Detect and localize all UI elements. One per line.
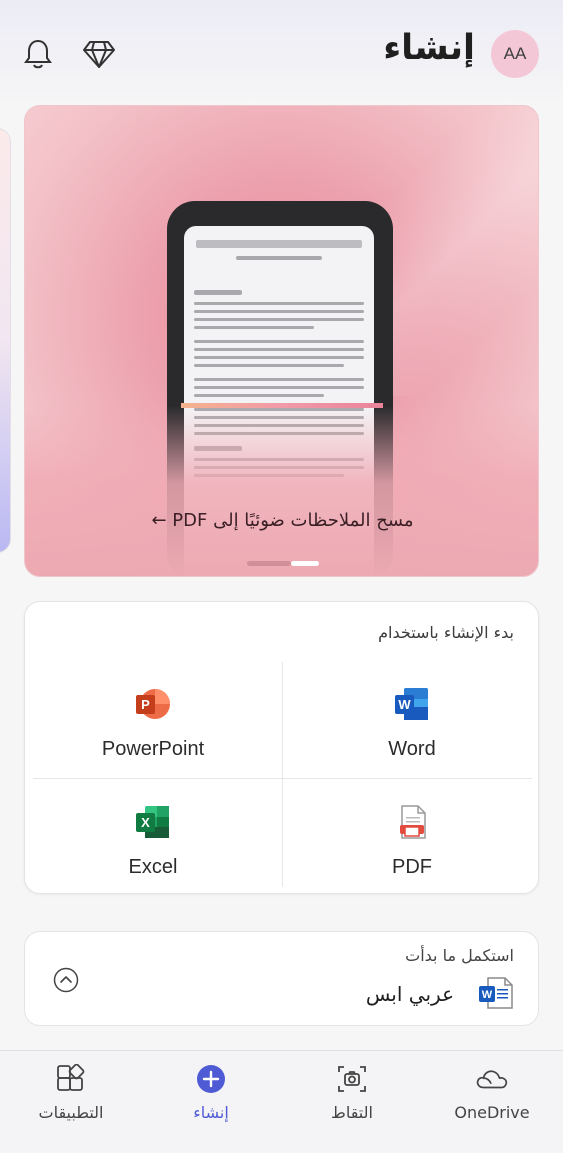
word-icon: W	[395, 688, 428, 720]
camera-icon	[335, 1062, 369, 1096]
nav-item-onedrive[interactable]: OneDrive	[432, 1059, 552, 1122]
bell-icon[interactable]	[20, 36, 56, 72]
page-indicator-dot-active[interactable]	[291, 561, 319, 566]
powerpoint-icon: P	[136, 689, 170, 719]
bottom-navigation: OneDrive التقاط إنشاء التطبيقات	[0, 1050, 563, 1153]
svg-text:P: P	[141, 697, 150, 712]
excel-icon: X	[136, 806, 169, 838]
page-title: إنشاء	[383, 28, 475, 68]
nav-label: OneDrive	[454, 1103, 530, 1122]
nav-label: إنشاء	[193, 1103, 229, 1122]
nav-item-capture[interactable]: التقاط	[292, 1059, 412, 1122]
create-heading: بدء الإنشاء باستخدام	[378, 623, 514, 642]
word-doc-icon: W	[479, 977, 513, 1009]
page-indicator[interactable]	[247, 561, 319, 567]
banner-caption[interactable]: مسح الملاحظات ضوئيًا إلى PDF ←	[25, 510, 538, 531]
create-with-card: بدء الإنشاء باستخدام W Word P PowerPoint	[24, 601, 539, 894]
page-indicator-dot[interactable]	[247, 561, 291, 566]
cloud-icon	[475, 1062, 509, 1096]
chevron-up-icon[interactable]	[53, 967, 79, 993]
nav-item-apps[interactable]: التطبيقات	[11, 1059, 131, 1122]
create-excel-button[interactable]: X Excel	[33, 782, 273, 892]
resume-card[interactable]: استكمل ما بدأت W عربي ابس	[24, 931, 539, 1026]
divider	[33, 778, 532, 779]
banner-fade	[25, 406, 538, 576]
powerpoint-label: PowerPoint	[101, 738, 205, 760]
avatar[interactable]: AA	[491, 30, 539, 78]
word-label: Word	[388, 738, 436, 760]
plus-circle-icon	[194, 1062, 228, 1096]
divider	[282, 662, 283, 887]
nav-label: التقاط	[331, 1103, 373, 1122]
create-powerpoint-button[interactable]: P PowerPoint	[33, 664, 273, 774]
resume-heading: استكمل ما بدأت	[405, 946, 514, 965]
pdf-icon	[400, 805, 426, 839]
apps-icon	[54, 1062, 88, 1096]
svg-text:W: W	[482, 989, 493, 1001]
pdf-label: PDF	[392, 856, 432, 878]
scan-to-pdf-banner[interactable]: مسح الملاحظات ضوئيًا إلى PDF ←	[24, 105, 539, 577]
previous-carousel-card[interactable]	[0, 128, 11, 553]
nav-item-create[interactable]: إنشاء	[151, 1059, 271, 1122]
resume-document-name[interactable]: عربي ابس	[366, 982, 454, 1006]
avatar-initials: AA	[503, 44, 527, 63]
diamond-icon[interactable]	[81, 36, 117, 72]
svg-text:X: X	[141, 815, 150, 830]
nav-label: التطبيقات	[38, 1103, 104, 1122]
svg-text:W: W	[398, 697, 411, 712]
create-word-button[interactable]: W Word	[292, 664, 532, 774]
create-pdf-button[interactable]: PDF	[292, 782, 532, 892]
excel-label: Excel	[128, 856, 178, 878]
